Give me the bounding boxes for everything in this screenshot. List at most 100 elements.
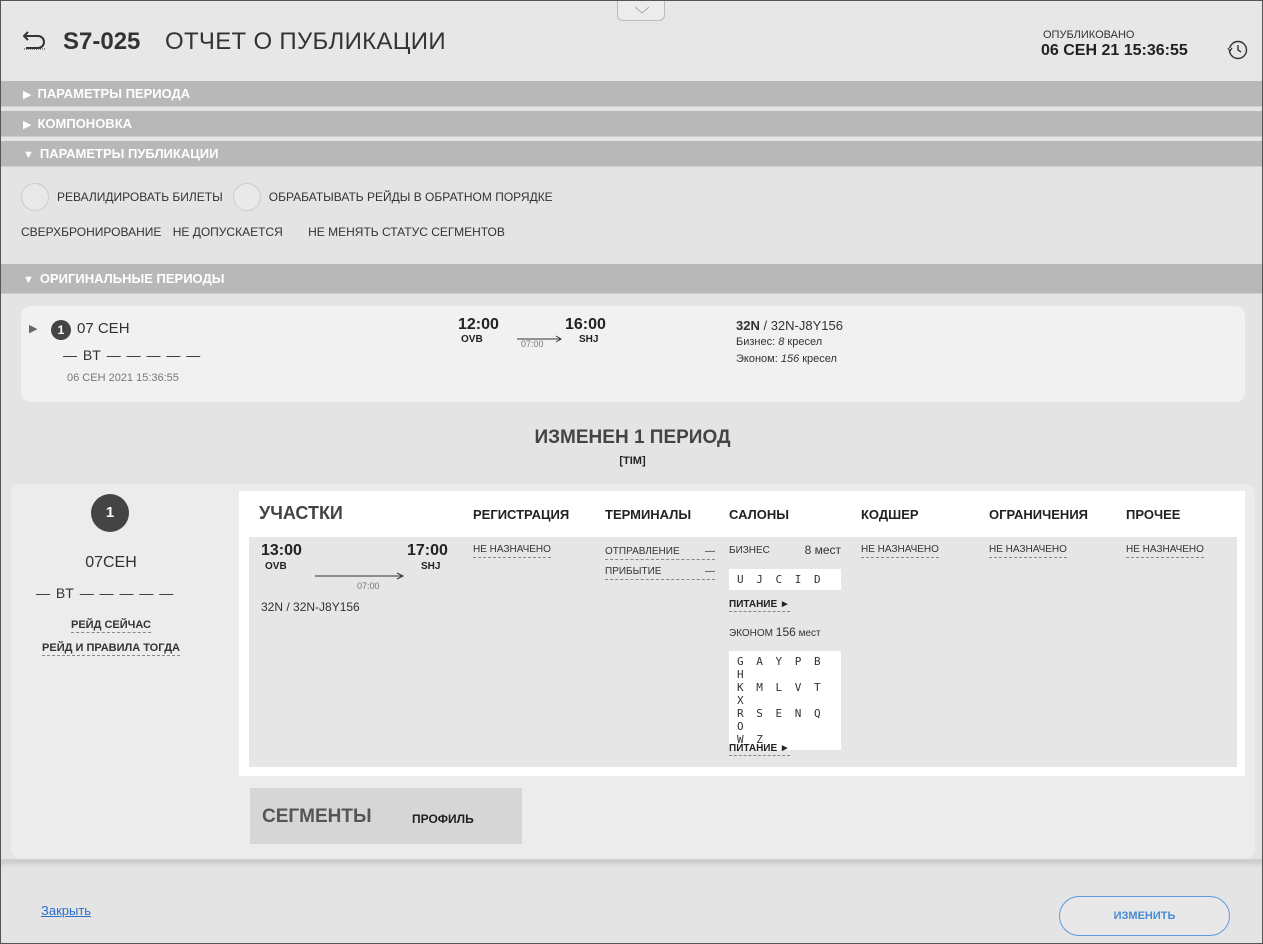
- economy-seats-unit: кресел: [799, 353, 837, 365]
- column-restrictions: ОГРАНИЧЕНИЯ: [989, 507, 1089, 522]
- terminal-departure-label: ОТПРАВЛЕНИЕ: [605, 546, 680, 557]
- terminal-departure[interactable]: ОТПРАВЛЕНИЕ —: [605, 546, 715, 560]
- arrival-airport: SHJ: [579, 334, 599, 345]
- business-meal-link[interactable]: ПИТАНИЕ ►: [729, 599, 790, 612]
- business-booking-classes: U J C I D: [729, 569, 841, 590]
- period-number-badge: 1: [91, 494, 129, 532]
- triangle-right-icon: ▶: [23, 119, 32, 131]
- period-weekdays: — ВТ — — — — —: [36, 585, 175, 601]
- period-details: УЧАСТКИ РЕГИСТРАЦИЯ ТЕРМИНАЛЫ САЛОНЫ КОД…: [239, 491, 1245, 776]
- segments-tab[interactable]: СЕГМЕНТЫ ПРОФИЛЬ: [250, 788, 522, 844]
- expand-icon[interactable]: ▶: [29, 322, 37, 335]
- section-label: ПАРАМЕТРЫ ПЕРИОДА: [37, 86, 191, 101]
- terminal-arrival-value: —: [705, 566, 715, 577]
- economy-seats-label: Эконом:: [736, 353, 781, 365]
- economy-classes-line: G A Y P B H: [737, 655, 824, 681]
- report-window: S7-025 ОТЧЕТ О ПУБЛИКАЦИИ ОПУБЛИКОВАНО 0…: [0, 0, 1263, 944]
- section-label: КОМПОНОВКА: [37, 116, 133, 131]
- business-label: БИЗНЕС: [729, 545, 770, 556]
- terminal-arrival-label: ПРИБЫТИЕ: [605, 566, 662, 577]
- leg-arrival-airport: SHJ: [421, 561, 441, 572]
- departure-airport: OVB: [461, 334, 483, 345]
- restrictions-value[interactable]: НЕ НАЗНАЧЕНО: [989, 544, 1067, 558]
- reverse-order-toggle[interactable]: [232, 183, 261, 211]
- business-seat-count: 8 мест: [804, 543, 841, 557]
- header: S7-025 ОТЧЕТ О ПУБЛИКАЦИИ ОПУБЛИКОВАНО 0…: [1, 1, 1262, 83]
- leg-departure-airport: OVB: [265, 561, 287, 572]
- section-layout[interactable]: ▶ КОМПОНОВКА: [1, 111, 1262, 137]
- economy-cabin: ЭКОНОМ 156 мест: [729, 625, 821, 639]
- column-salons: САЛОНЫ: [729, 507, 789, 522]
- departure-time: 12:00: [458, 316, 499, 333]
- flight-duration: 07:00: [521, 339, 544, 349]
- overbooking-value: НЕ ДОПУСКАЕТСЯ: [172, 225, 283, 239]
- business-seats-unit: кресел: [784, 336, 823, 348]
- period-timestamp: 06 СЕН 2021 15:36:55: [67, 372, 179, 384]
- economy-classes-line: K M L V T X: [737, 681, 824, 707]
- economy-meal-link[interactable]: ПИТАНИЕ ►: [729, 743, 790, 756]
- published-date: 06 СЕН 21 15:36:55: [1041, 42, 1188, 59]
- terminal-arrival[interactable]: ПРИБЫТИЕ —: [605, 566, 715, 580]
- period-date: 07 СЕН: [77, 320, 130, 337]
- page-title: ОТЧЕТ О ПУБЛИКАЦИИ: [165, 28, 446, 55]
- period-date: 07СЕН: [85, 554, 137, 571]
- column-codeshare: КОДШЕР: [861, 507, 919, 522]
- section-label: ПАРАМЕТРЫ ПУБЛИКАЦИИ: [39, 146, 219, 161]
- revalidate-toggle[interactable]: [21, 183, 49, 211]
- economy-seats: Эконом: 156 кресел: [736, 353, 837, 365]
- leg-duration: 07:00: [357, 581, 380, 591]
- published-label: ОПУБЛИКОВАНО: [1043, 29, 1135, 41]
- economy-seats-count: 156: [780, 353, 800, 365]
- aircraft-type: 32N: [736, 318, 760, 333]
- leg-departure-time: 13:00: [261, 542, 302, 559]
- footer: Закрыть ИЗМЕНИТЬ: [1, 859, 1262, 943]
- changed-periods-subtitle: [TIM]: [619, 455, 646, 467]
- history-icon[interactable]: [1227, 39, 1249, 66]
- economy-seat-unit: мест: [795, 628, 821, 639]
- close-link[interactable]: Закрыть: [41, 903, 91, 918]
- section-label: ОРИГИНАЛЬНЫЕ ПЕРИОДЫ: [39, 271, 225, 286]
- leg-arrival-time: 17:00: [407, 542, 448, 559]
- business-seats-label: Бизнес:: [736, 336, 779, 348]
- column-legs: УЧАСТКИ: [259, 503, 343, 523]
- period-weekdays: — ВТ — — — — —: [63, 347, 202, 363]
- reverse-order-label: ОБРАБАТЫВАТЬ РЕЙДЫ В ОБРАТНОМ ПОРЯДКЕ: [268, 190, 553, 204]
- section-pub-params[interactable]: ▼ ПАРАМЕТРЫ ПУБЛИКАЦИИ: [1, 141, 1262, 167]
- overbooking-label: СВЕРХБРОНИРОВАНИЕ: [21, 225, 162, 239]
- checkin-value[interactable]: НЕ НАЗНАЧЕНО: [473, 544, 551, 558]
- leg-aircraft: 32N / 32N-J8Y156: [261, 600, 360, 614]
- section-original-periods[interactable]: ▼ ОРИГИНАЛЬНЫЕ ПЕРИОДЫ: [1, 264, 1262, 294]
- business-seats: Бизнес: 8 кресел: [736, 336, 822, 348]
- segments-title: СЕГМЕНТЫ: [262, 806, 372, 827]
- other-value[interactable]: НЕ НАЗНАЧЕНО: [1126, 544, 1204, 558]
- segment-status-label: НЕ МЕНЯТЬ СТАТУС СЕГМЕНТОВ: [308, 225, 505, 239]
- publication-options: РЕВАЛИДИРОВАТЬ БИЛЕТЫ ОБРАБАТЫВАТЬ РЕЙДЫ…: [1, 170, 1262, 264]
- section-period-params[interactable]: ▶ ПАРАМЕТРЫ ПЕРИОДА: [1, 81, 1262, 107]
- economy-booking-classes: G A Y P B H K M L V T X R S E N Q O W Z: [729, 651, 841, 750]
- chevron-down-icon: [634, 6, 650, 14]
- flight-then-link[interactable]: РЕЙД И ПРАВИЛА ТОГДА: [42, 642, 180, 656]
- aircraft-config: 32N / 32N-J8Y156: [736, 318, 843, 333]
- column-other: ПРОЧЕЕ: [1126, 507, 1181, 522]
- profile-tab[interactable]: ПРОФИЛЬ: [412, 812, 474, 826]
- arrival-time: 16:00: [565, 316, 606, 333]
- report-code: S7-025: [63, 28, 141, 55]
- economy-label: ЭКОНОМ: [729, 628, 774, 639]
- changed-periods-title: ИЗМЕНЕН 1 ПЕРИОД: [534, 427, 731, 448]
- codeshare-value[interactable]: НЕ НАЗНАЧЕНО: [861, 544, 939, 558]
- triangle-right-icon: ▶: [23, 89, 32, 101]
- back-icon[interactable]: [22, 28, 48, 50]
- triangle-down-icon: ▼: [23, 274, 34, 286]
- change-button[interactable]: ИЗМЕНИТЬ: [1059, 896, 1230, 936]
- flight-now-link[interactable]: РЕЙД СЕЙЧАС: [70, 619, 151, 633]
- changed-period-panel: 1 07СЕН — ВТ — — — — — РЕЙД СЕЙЧАС РЕЙД …: [11, 484, 1255, 859]
- business-cabin: БИЗНЕС 8 мест: [729, 543, 841, 557]
- leg-row: 13:00 OVB 07:00 17:00 SHJ 32N / 32N-J8Y1…: [249, 537, 1237, 767]
- original-period-card[interactable]: ▶ 1 07 СЕН — ВТ — — — — — 06 СЕН 2021 15…: [21, 306, 1245, 402]
- triangle-down-icon: ▼: [23, 149, 34, 161]
- terminal-departure-value: —: [705, 546, 715, 557]
- collapse-toggle[interactable]: [617, 1, 665, 21]
- column-checkin: РЕГИСТРАЦИЯ: [473, 507, 570, 522]
- economy-seat-count: 156: [775, 625, 796, 639]
- revalidate-label: РЕВАЛИДИРОВАТЬ БИЛЕТЫ: [57, 190, 223, 204]
